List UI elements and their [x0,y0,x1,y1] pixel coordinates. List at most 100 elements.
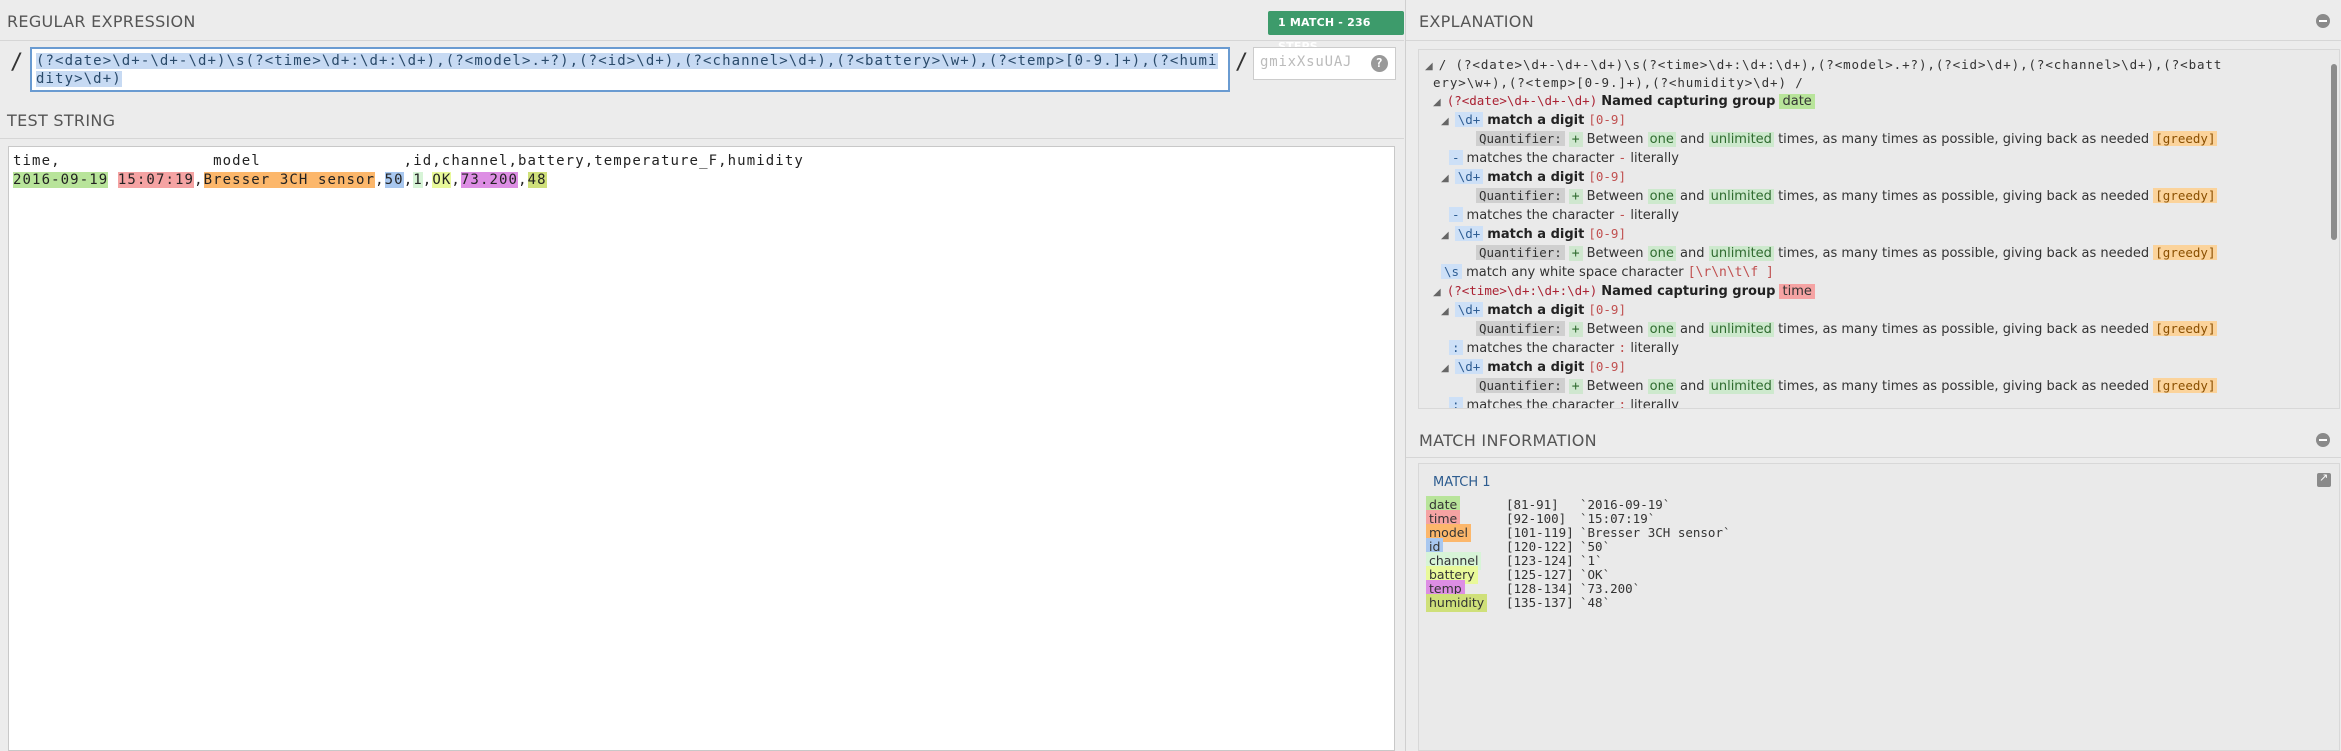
matches-char-text: matches the character [1466,398,1615,409]
match-group-row: humidity [135-137] `48` [1426,594,1610,612]
quantifier-label: Quantifier: [1476,188,1565,203]
quantifier-line: Quantifier: + Between one and unlimited ti… [1476,320,2218,339]
explanation-tree: ◢ / (?<date>\d+-\d+-\d+)\s(?<time>\d+:\d+… [1418,49,2340,409]
unlimited-text: unlimited [1708,322,1774,337]
match-time: 15:07:19 [117,172,195,188]
collapse-triangle-icon[interactable]: ◢ [1433,97,1441,108]
unlimited-text: unlimited [1708,189,1774,204]
minus-circle-icon[interactable] [2316,433,2330,447]
greedy-tag: [greedy] [2153,378,2218,393]
greedy-tag: [greedy] [2153,188,2218,203]
unlimited-text: unlimited [1708,379,1774,394]
quantifier-label: Quantifier: [1476,378,1565,393]
match-digit-label: match a digit [1487,113,1585,128]
digit-range: [0-9] [1588,359,1626,374]
divider [1406,457,2341,458]
explanation-time-group[interactable]: ◢ (?<time>\d+:\d+:\d+) Named capturing gro… [1433,282,1815,302]
minus-circle-icon[interactable] [2316,14,2330,28]
match-separator: , [451,172,461,188]
unlimited-text: unlimited [1708,132,1774,147]
collapse-triangle-icon[interactable]: ◢ [1425,61,1433,72]
literal-dash-line: - matches the character - literally [1449,149,1679,168]
test-string-match-line: 2016-09-19 15:07:19,Bresser 3CH sensor,5… [13,171,1390,190]
colon-token: : [1449,397,1463,408]
explanation-digit-2[interactable]: ◢ \d+ match a digit [0-9] [1441,168,1626,188]
literal-colon-line: : matches the character : literally [1449,396,1679,409]
quantifier-description: times, as many times as possible, giving… [1778,322,2150,337]
collapse-triangle-icon[interactable]: ◢ [1441,173,1449,184]
test-string-input[interactable]: time, model ,id,channel,battery,temperat… [8,146,1395,751]
match-date: 2016-09-19 [13,172,109,188]
match-humidity: 48 [527,172,547,188]
digit-token: \d+ [1454,112,1484,127]
digit-range: [0-9] [1588,169,1626,184]
literally-text: literally [1630,398,1679,409]
plus-token: + [1568,132,1583,147]
match-digit-label: match a digit [1487,170,1585,185]
collapse-triangle-icon[interactable]: ◢ [1433,287,1441,298]
divider [0,40,1404,41]
group-name-time: time [1779,284,1815,299]
match-separator: , [194,172,204,188]
regex-delimiter-close: / [1235,50,1249,75]
one-text: one [1647,132,1676,147]
match-separator: , [403,172,414,188]
unlimited-text: unlimited [1708,246,1774,261]
digit-range: [0-9] [1588,302,1626,317]
explanation-digit-4[interactable]: ◢ \d+ match a digit [0-9] [1441,301,1626,321]
explanation-digit-5[interactable]: ◢ \d+ match a digit [0-9] [1441,358,1626,378]
explanation-digit-1[interactable]: ◢ \d+ match a digit [0-9] [1441,111,1626,131]
match-temp: 73.200 [460,172,519,188]
digit-token: \d+ [1454,359,1484,374]
collapse-triangle-icon[interactable]: ◢ [1441,230,1449,241]
between-text: Between [1586,246,1644,261]
explanation-root[interactable]: ◢ / (?<date>\d+-\d+-\d+)\s(?<time>\d+:\d+… [1425,56,2222,76]
quantifier-description: times, as many times as possible, giving… [1778,189,2150,204]
collapse-triangle-icon[interactable]: ◢ [1441,306,1449,317]
greedy-tag: [greedy] [2153,321,2218,336]
explanation-digit-3[interactable]: ◢ \d+ match a digit [0-9] [1441,225,1626,245]
match-digit-label: match a digit [1487,303,1585,318]
whitespace-text: match any white space character [1466,265,1684,280]
date-group-token: (?<date>\d+-\d+-\d+) [1446,93,1598,108]
between-text: Between [1586,189,1644,204]
question-circle-icon[interactable]: ? [1371,55,1388,72]
collapse-triangle-icon[interactable]: ◢ [1441,363,1449,374]
literal-dash-line: - matches the character - literally [1449,206,1679,225]
external-link-icon[interactable] [2317,471,2331,487]
and-text: and [1680,379,1705,394]
match-group-name: humidity [1426,594,1488,612]
collapse-triangle-icon[interactable]: ◢ [1441,116,1449,127]
quantifier-line: Quantifier: + Between one and unlimited ti… [1476,130,2218,149]
match-group-range: [135-137] [1506,595,1574,610]
matches-char-text: matches the character [1466,151,1615,166]
test-string-header-line: time, model ,id,channel,battery,temperat… [13,153,804,169]
quantifier-description: times, as many times as possible, giving… [1778,246,2150,261]
greedy-tag: [greedy] [2153,245,2218,260]
explanation-date-group[interactable]: ◢ (?<date>\d+-\d+-\d+) Named capturing gro… [1433,92,1815,112]
full-pattern-line2: ery>\w+),(?<temp>[0-9.]+),(?<humidity>\d… [1433,75,1804,90]
and-text: and [1680,189,1705,204]
plus-token: + [1568,246,1583,261]
plus-token: + [1568,322,1583,337]
between-text: Between [1586,322,1644,337]
and-text: and [1680,246,1705,261]
between-text: Between [1586,132,1644,147]
time-group-token: (?<time>\d+:\d+:\d+) [1446,283,1598,298]
flags-placeholder: gmixXsuUAJ [1260,54,1353,70]
test-string-title: TEST STRING [7,111,116,130]
named-group-label: Named capturing group [1601,284,1776,299]
explanation-scrollbar[interactable] [2331,64,2337,240]
digit-token: \d+ [1454,226,1484,241]
plus-token: + [1568,379,1583,394]
match-battery: OK [432,172,452,188]
colon-token: : [1449,340,1463,355]
regex-input[interactable]: (?<date>\d+-\d+-\d+)\s(?<time>\d+:\d+:\d… [30,47,1230,92]
quantifier-description: times, as many times as possible, giving… [1778,379,2150,394]
divider [0,138,1404,139]
and-text: and [1680,132,1705,147]
whitespace-range: [\r\n\t\f ] [1687,265,1774,280]
regex-editor-panel: REGULAR EXPRESSION 1 MATCH - 236 STEPS /… [0,0,1404,751]
regex-flags-input[interactable]: gmixXsuUAJ ? [1253,47,1396,80]
dash-char: - [1618,151,1627,166]
